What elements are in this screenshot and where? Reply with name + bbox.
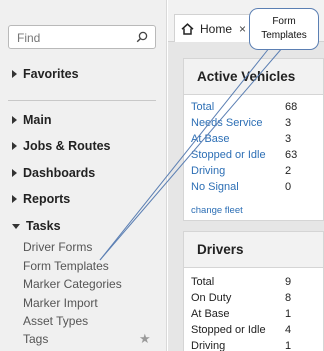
- callout-line-1: Form: [272, 16, 296, 27]
- callout-line-2: Templates: [261, 30, 307, 41]
- callout-bubble: Form Templates: [249, 8, 319, 50]
- callout-pointer: [99, 46, 284, 261]
